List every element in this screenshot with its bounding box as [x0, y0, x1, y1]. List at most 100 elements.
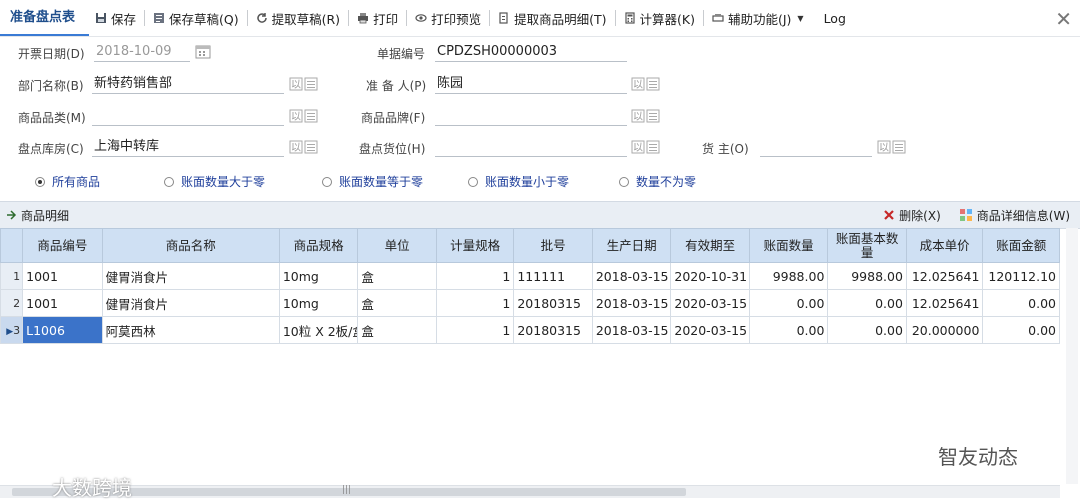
column-header[interactable]: 账面基本数量 [827, 228, 907, 263]
table-cell[interactable]: 20180315 [513, 316, 593, 344]
column-header[interactable]: 商品编号 [22, 228, 103, 263]
warehouse-field[interactable]: 上海中转库 [92, 137, 284, 157]
table-cell[interactable]: 111111 [513, 262, 593, 290]
radio-qty-nonzero[interactable]: 数量不为零 [619, 173, 696, 190]
radio-qty-gt-zero[interactable]: 账面数量大于零 [164, 173, 265, 190]
calendar-icon[interactable] [194, 44, 212, 60]
lookup-icon[interactable]: 以 [289, 76, 319, 92]
row-number[interactable]: 2 [0, 289, 24, 317]
category-field[interactable] [92, 106, 284, 126]
table-row-selected[interactable]: ▶3 L1006 阿莫西林 10粒 X 2板/盒 盒 1 20180315 20… [0, 316, 1060, 344]
table-cell[interactable]: 1 [435, 289, 515, 317]
radio-qty-lt-zero[interactable]: 账面数量小于零 [468, 173, 569, 190]
table-cell[interactable]: 2018-03-15 [591, 316, 672, 344]
table-cell[interactable]: 盒 [357, 289, 437, 317]
table-cell[interactable]: 2018-03-15 [591, 262, 672, 290]
table-cell[interactable]: 1 [435, 316, 515, 344]
print-button[interactable]: 打印 [351, 5, 404, 31]
table-header-row: 商品编号 商品名称 商品规格 单位 计量规格 批号 生产日期 有效期至 账面数量… [0, 228, 1060, 263]
lookup-icon[interactable]: 以 [631, 76, 661, 92]
svg-text:以: 以 [633, 80, 643, 91]
table-cell[interactable]: 1001 [22, 289, 103, 317]
column-header[interactable]: 生产日期 [591, 228, 672, 263]
table-cell[interactable]: 2020-03-15 [670, 316, 750, 344]
preparer-field[interactable]: 陈园 [435, 74, 627, 94]
table-cell[interactable]: 12.025641 [905, 289, 984, 317]
toolbar-divider [348, 10, 350, 26]
table-cell[interactable]: 2018-03-15 [591, 289, 672, 317]
table-cell[interactable]: 0.00 [982, 316, 1060, 344]
watermark-left: 大数跨境 [52, 476, 132, 500]
dept-field[interactable]: 新特药销售部 [92, 74, 284, 94]
lookup-icon[interactable]: 以 [289, 139, 319, 155]
page-title-tab[interactable]: 准备盘点表 [0, 0, 90, 36]
fetch-detail-button[interactable]: 提取商品明细(T) [492, 5, 612, 31]
column-header[interactable]: 账面金额 [982, 228, 1060, 263]
column-header[interactable]: 账面数量 [748, 228, 829, 263]
lookup-icon[interactable]: 以 [877, 139, 907, 155]
table-cell[interactable]: 1001 [22, 262, 103, 290]
column-header[interactable]: 成本单价 [905, 228, 984, 263]
fetch-draft-button[interactable]: 提取草稿(R) [250, 5, 346, 31]
table-cell[interactable]: 120112.10 [982, 262, 1060, 290]
lookup-icon[interactable]: 以 [289, 108, 319, 124]
location-label: 盘点货位(H) [359, 142, 426, 156]
lookup-icon[interactable]: 以 [631, 139, 661, 155]
table-cell[interactable]: 2020-10-31 [670, 262, 750, 290]
print-preview-button[interactable]: 打印预览 [409, 5, 487, 31]
doc-no-field[interactable]: CPDZSH00000003 [435, 42, 627, 62]
table-cell[interactable]: 9988.00 [748, 262, 829, 290]
aux-functions-button[interactable]: 辅助功能(J) ▼ [706, 5, 810, 31]
table-cell[interactable]: 0.00 [827, 289, 907, 317]
table-cell[interactable]: 健胃消食片 [101, 289, 280, 317]
delete-button[interactable]: 删除(X) [883, 207, 941, 224]
table-cell[interactable]: 盒 [357, 262, 437, 290]
table-row[interactable]: 1 1001 健胃消食片 10mg 盒 1 111111 2018-03-15 … [0, 262, 1060, 290]
column-header[interactable]: 商品名称 [101, 228, 280, 263]
table-cell[interactable]: L1006 [22, 316, 103, 344]
radio-qty-eq-zero[interactable]: 账面数量等于零 [322, 173, 423, 190]
table-cell[interactable]: 10mg [278, 289, 359, 317]
table-cell[interactable]: 10粒 X 2板/盒 [278, 316, 359, 344]
table-cell[interactable]: 0.00 [982, 289, 1060, 317]
table-cell[interactable]: 0.00 [827, 316, 907, 344]
product-info-button[interactable]: 商品详细信息(W) [959, 207, 1070, 224]
table-row[interactable]: 2 1001 健胃消食片 10mg 盒 1 20180315 2018-03-1… [0, 289, 1060, 317]
table-cell[interactable]: 20180315 [513, 289, 593, 317]
calculator-button[interactable]: 计算器(K) [618, 5, 701, 31]
row-number[interactable]: 1 [0, 262, 24, 290]
lookup-icon[interactable]: 以 [631, 108, 661, 124]
column-header[interactable]: 商品规格 [278, 228, 359, 263]
row-number[interactable]: ▶3 [0, 316, 24, 344]
radio-dot [164, 176, 174, 187]
close-icon[interactable]: ✕ [1055, 7, 1072, 31]
radio-all-items[interactable]: 所有商品 [35, 173, 100, 190]
save-button[interactable]: 保存 [89, 5, 142, 31]
preparer-label: 准 备 人(P) [366, 79, 427, 93]
table-cell[interactable]: 1 [435, 262, 515, 290]
date-field[interactable]: 2018-10-09 [94, 42, 190, 62]
column-header[interactable]: 批号 [513, 228, 593, 263]
table-cell[interactable]: 20.000000 [905, 316, 984, 344]
table-cell[interactable]: 0.00 [748, 289, 829, 317]
table-cell[interactable]: 9988.00 [827, 262, 907, 290]
table-cell[interactable]: 盒 [357, 316, 437, 344]
table-cell[interactable]: 阿莫西林 [101, 316, 280, 344]
brand-field[interactable] [435, 106, 627, 126]
horizontal-scrollbar[interactable]: ||| [0, 485, 1060, 498]
table-cell[interactable]: 0.00 [748, 316, 829, 344]
log-button[interactable]: Log [818, 5, 852, 31]
vertical-scrollbar[interactable] [1066, 228, 1078, 484]
table-cell[interactable]: 10mg [278, 262, 359, 290]
table-cell[interactable]: 12.025641 [905, 262, 984, 290]
column-header[interactable]: 有效期至 [670, 228, 750, 263]
save-draft-button[interactable]: 保存草稿(Q) [147, 5, 245, 31]
column-header[interactable]: 单位 [357, 228, 437, 263]
location-field[interactable] [435, 137, 627, 157]
radio-dot [468, 176, 478, 187]
column-header[interactable]: 计量规格 [435, 228, 515, 263]
table-cell[interactable]: 健胃消食片 [101, 262, 280, 290]
product-detail-table: 商品编号 商品名称 商品规格 单位 计量规格 批号 生产日期 有效期至 账面数量… [0, 228, 1060, 344]
table-cell[interactable]: 2020-03-15 [670, 289, 750, 317]
owner-field[interactable] [760, 137, 872, 157]
